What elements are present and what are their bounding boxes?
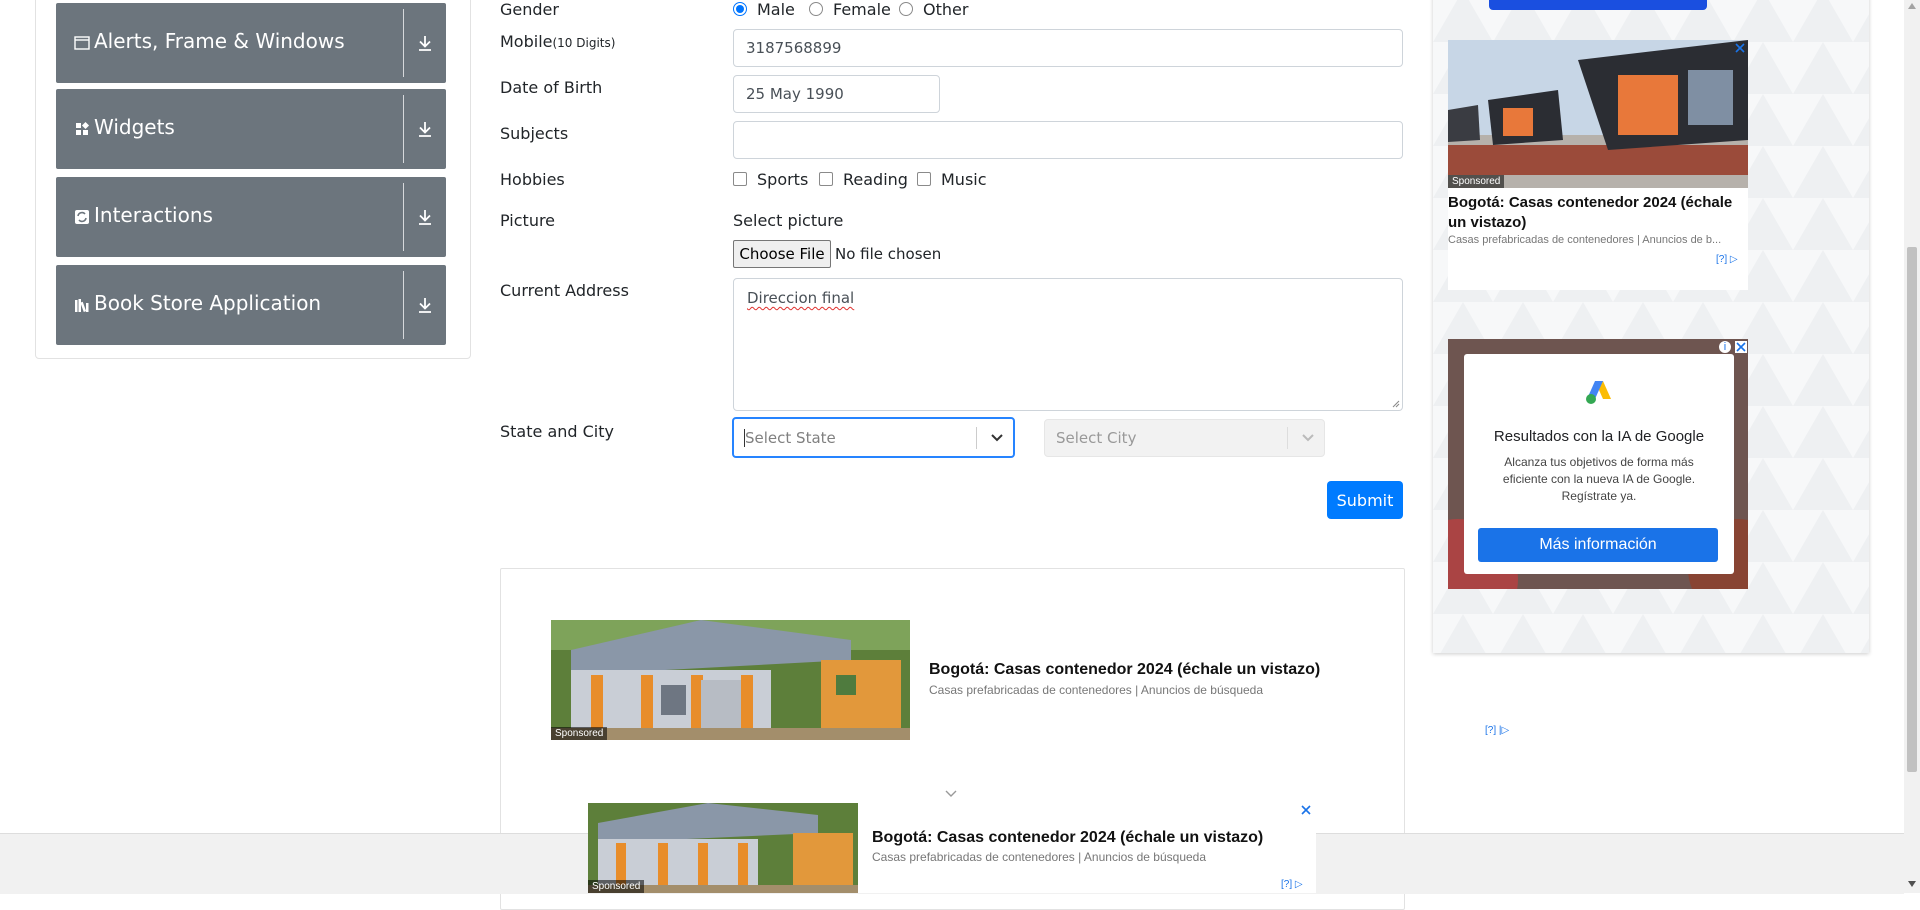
state-select[interactable]: Select State <box>732 417 1015 458</box>
bottom-ad-help[interactable]: [?] ▷ <box>1281 879 1303 890</box>
hobby-reading-checkbox[interactable] <box>819 172 833 186</box>
gender-male-radio[interactable] <box>733 2 747 16</box>
sponsored-badge: Sponsored <box>551 727 608 740</box>
nav-group-label: Widgets <box>94 115 175 139</box>
divider <box>403 95 404 163</box>
divider <box>403 271 404 339</box>
gender-female-radio[interactable] <box>809 2 823 16</box>
close-icon[interactable] <box>1734 42 1746 54</box>
download-icon[interactable] <box>416 119 434 139</box>
city-select[interactable]: Select City <box>1044 419 1325 457</box>
nav-group-interactions[interactable]: Interactions <box>56 177 446 257</box>
right-ad-subtitle: Casas prefabricadas de contenedores | An… <box>1448 234 1722 246</box>
bottom-ad-title[interactable]: Bogotá: Casas contenedor 2024 (échale un… <box>872 829 1263 847</box>
subjects-label: Subjects <box>500 124 569 143</box>
gender-other-label[interactable]: Other <box>923 0 968 19</box>
nav-group-label: Alerts, Frame & Windows <box>94 29 345 53</box>
divider <box>403 9 404 77</box>
hobby-sports-label[interactable]: Sports <box>757 170 808 189</box>
hobby-music-checkbox[interactable] <box>917 172 931 186</box>
google-ads-logo-icon <box>1586 381 1611 404</box>
divider <box>976 427 977 449</box>
hobby-reading-label[interactable]: Reading <box>843 170 908 189</box>
google-ad-title: Resultados con la IA de Google <box>1493 428 1705 445</box>
right-ad-image: Sponsored <box>1448 40 1748 188</box>
nav-group-label: Interactions <box>94 203 213 227</box>
chevron-down-icon <box>1302 434 1314 442</box>
subjects-input[interactable] <box>733 121 1403 159</box>
center-ad-title[interactable]: Bogotá: Casas contenedor 2024 (échale un… <box>929 661 1320 679</box>
dob-input[interactable]: 25 May 1990 <box>733 75 940 113</box>
scroll-down-icon[interactable] <box>1908 881 1916 887</box>
current-address-textarea[interactable]: Direccion final <box>733 278 1403 411</box>
google-ad-card: Resultados con la IA de Google Alcanza t… <box>1464 354 1734 574</box>
bottom-ad[interactable]: Sponsored Bogotá: Casas contenedor 2024 … <box>588 803 1316 893</box>
nav-group-label: Book Store Application <box>94 291 322 315</box>
center-ad-image[interactable]: Sponsored <box>551 620 910 740</box>
adchoices-icon: ▷ <box>1294 879 1303 890</box>
page-scrollbar[interactable] <box>1904 0 1920 893</box>
gender-other-radio[interactable] <box>899 2 913 16</box>
bottom-ad-image: Sponsored <box>588 803 858 893</box>
left-panel: Alerts, Frame & Windows Widgets Interact… <box>35 0 471 359</box>
current-address-label: Current Address <box>500 281 629 300</box>
hobby-sports-checkbox[interactable] <box>733 172 747 186</box>
window-icon <box>74 36 90 50</box>
bottom-ad-subtitle: Casas prefabricadas de contenedores | An… <box>872 850 1207 864</box>
scrollbar-thumb[interactable] <box>1907 247 1917 772</box>
ad-top-button[interactable] <box>1489 0 1707 10</box>
google-ad-body: Alcanza tus objetivos de forma más efici… <box>1502 455 1696 503</box>
adchoices-icon: |▷ <box>1498 725 1510 736</box>
picture-label: Picture <box>500 211 556 230</box>
center-ad-help[interactable]: [?] |▷ <box>1485 725 1509 736</box>
right-ad-title[interactable]: Bogotá: Casas contenedor 2024 (échale un… <box>1448 193 1748 233</box>
ad-container-house-image <box>1448 40 1748 188</box>
mobile-input[interactable]: 3187568899 <box>733 29 1403 67</box>
google-ad[interactable]: i Resultados con la IA de Google Alcanza… <box>1448 339 1748 589</box>
choose-file-button[interactable]: Choose File <box>733 240 831 268</box>
divider <box>403 183 404 251</box>
hobby-music-label[interactable]: Music <box>941 170 987 189</box>
nav-group-widgets[interactable]: Widgets <box>56 89 446 169</box>
sponsored-badge: Sponsored <box>588 880 645 893</box>
mobile-label: Mobile(10 Digits) <box>500 32 616 51</box>
resize-handle-icon[interactable] <box>1392 400 1400 408</box>
download-icon[interactable] <box>416 33 434 53</box>
hobbies-label: Hobbies <box>500 170 565 189</box>
right-ad-help[interactable]: [?] ▷ <box>1716 254 1738 265</box>
gender-male-label[interactable]: Male <box>757 0 795 19</box>
chevron-down-icon[interactable] <box>989 431 1005 445</box>
download-icon[interactable] <box>416 207 434 227</box>
download-icon[interactable] <box>416 295 434 315</box>
nav-group-book-store-application[interactable]: Book Store Application <box>56 265 446 345</box>
nav-group-alerts-frame-windows[interactable]: Alerts, Frame & Windows <box>56 3 446 83</box>
ad-house-image <box>551 620 910 740</box>
city-placeholder: Select City <box>1056 429 1137 447</box>
no-file-chosen-text: No file chosen <box>835 245 942 263</box>
dob-label: Date of Birth <box>500 78 603 97</box>
widgets-icon <box>76 121 90 135</box>
gender-label: Gender <box>500 0 559 19</box>
divider <box>1287 427 1288 449</box>
address-text: Direccion final <box>747 289 855 307</box>
adchoices-icon: ▷ <box>1729 254 1738 265</box>
bookstore-icon <box>75 299 89 313</box>
select-picture-label: Select picture <box>733 211 844 230</box>
state-city-label: State and City <box>500 422 614 441</box>
mobile-hint: (10 Digits) <box>552 36 616 50</box>
google-ad-cta-button[interactable]: Más información <box>1478 528 1718 562</box>
gender-female-label[interactable]: Female <box>833 0 891 19</box>
chevron-down-icon[interactable] <box>943 788 959 800</box>
center-ad-subtitle: Casas prefabricadas de contenedores | An… <box>929 683 1264 697</box>
interactions-icon <box>75 210 89 224</box>
close-icon[interactable] <box>1735 341 1747 353</box>
submit-button[interactable]: Submit <box>1327 481 1403 519</box>
scroll-up-icon[interactable] <box>1908 3 1916 9</box>
sponsored-badge: Sponsored <box>1448 175 1505 188</box>
info-icon[interactable]: i <box>1719 341 1731 353</box>
state-placeholder: Select State <box>745 429 836 447</box>
right-top-ad[interactable]: Sponsored Bogotá: Casas contenedor 2024 … <box>1448 40 1748 290</box>
close-icon[interactable] <box>1300 804 1312 816</box>
